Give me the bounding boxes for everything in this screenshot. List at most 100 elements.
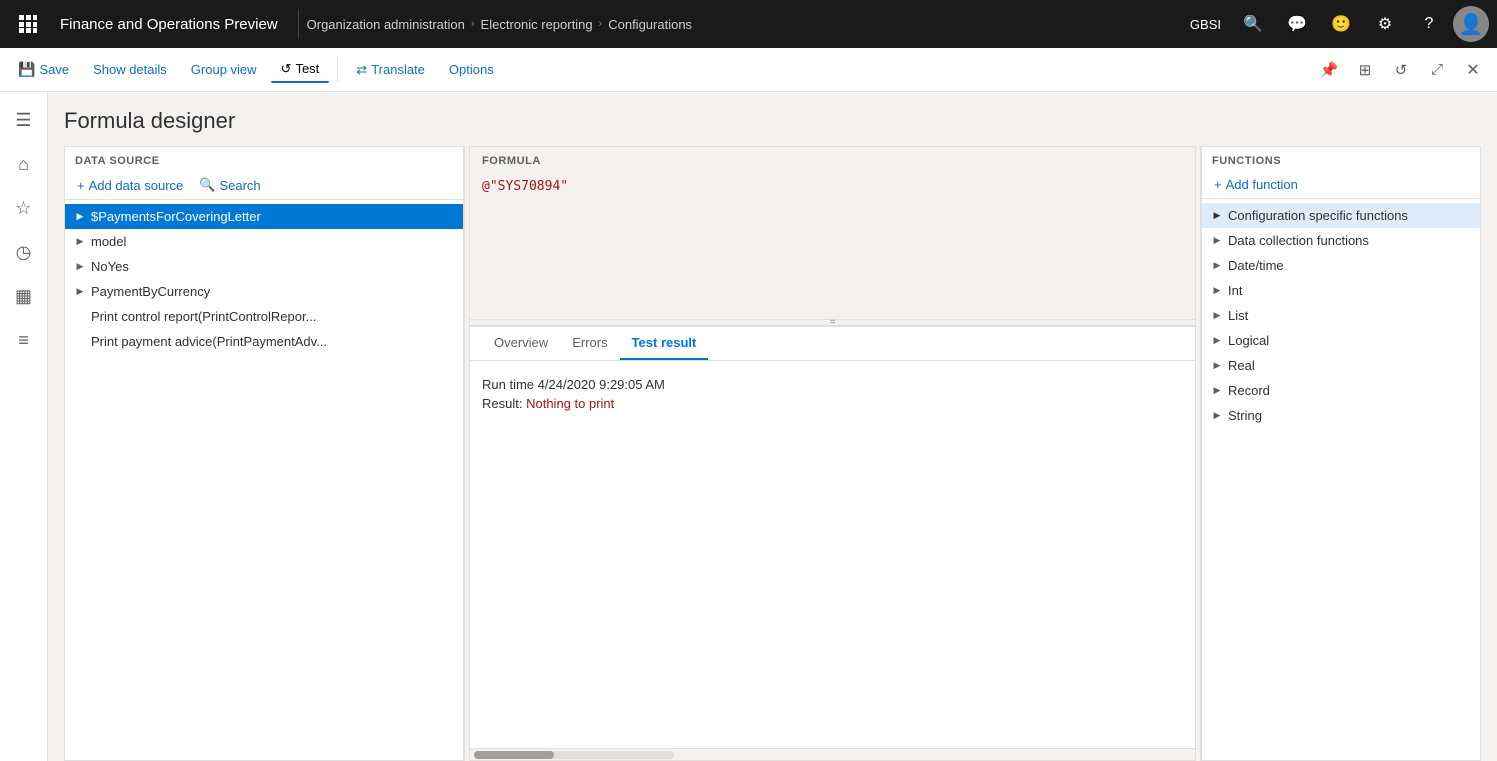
formula-label: FORMULA — [470, 147, 1195, 171]
add-data-source-button[interactable]: + Add data source — [73, 176, 187, 195]
chevron-model: ▶ — [73, 235, 87, 249]
page-title: Formula designer — [64, 108, 1481, 134]
func-item-int[interactable]: ▶ Int — [1202, 278, 1480, 303]
expand-icon[interactable]: ⤢ — [1421, 54, 1453, 86]
tree-item-print-payment[interactable]: Print payment advice(PrintPaymentAdv... — [65, 329, 463, 354]
chevron-data-collection: ▶ — [1210, 234, 1224, 248]
plus-icon: + — [77, 178, 85, 193]
payment-currency-label: PaymentByCurrency — [91, 284, 455, 299]
datetime-label: Date/time — [1228, 258, 1284, 273]
add-data-source-label: Add data source — [89, 178, 184, 193]
breadcrumb-er[interactable]: Electronic reporting — [481, 17, 593, 32]
scrollbar-thumb — [474, 751, 554, 759]
tree-item-noyes[interactable]: ▶ NoYes — [65, 254, 463, 279]
func-item-logical[interactable]: ▶ Logical — [1202, 328, 1480, 353]
result-value: Nothing to print — [526, 396, 614, 411]
help-icon[interactable]: ? — [1409, 4, 1449, 44]
string-label: String — [1228, 408, 1262, 423]
show-details-label: Show details — [93, 62, 167, 77]
tab-errors[interactable]: Errors — [560, 327, 619, 360]
pin-icon[interactable]: 📌 — [1313, 54, 1345, 86]
add-function-plus-icon: + — [1214, 177, 1222, 192]
chevron-record: ▶ — [1210, 384, 1224, 398]
breadcrumb-configs[interactable]: Configurations — [608, 17, 692, 32]
close-icon[interactable]: ✕ — [1457, 54, 1489, 86]
show-details-button[interactable]: Show details — [83, 58, 177, 81]
tree-item-payment-currency[interactable]: ▶ PaymentByCurrency — [65, 279, 463, 304]
results-content: Run time 4/24/2020 9:29:05 AM Result: No… — [470, 361, 1195, 748]
menu-icon[interactable]: ☰ — [4, 100, 44, 140]
data-source-tree: ▶ $PaymentsForCoveringLetter ▶ model ▶ N… — [65, 200, 463, 760]
chevron-string: ▶ — [1210, 409, 1224, 423]
home-icon[interactable]: ⌂ — [4, 144, 44, 184]
formula-value: @"SYS70894" — [482, 179, 568, 194]
face-icon[interactable]: 🙂 — [1321, 4, 1361, 44]
middle-panel: FORMULA @"SYS70894" = Overview — [470, 146, 1195, 761]
chevron-list: ▶ — [1210, 309, 1224, 323]
tab-test-result[interactable]: Test result — [620, 327, 709, 360]
chat-icon[interactable]: 💬 — [1277, 4, 1317, 44]
formula-editor[interactable]: @"SYS70894" — [470, 171, 1195, 319]
search-button[interactable]: 🔍 Search — [195, 175, 264, 195]
settings-icon[interactable]: ⚙ — [1365, 4, 1405, 44]
translate-label: Translate — [371, 62, 425, 77]
nav-grid-icon[interactable] — [8, 0, 48, 48]
chevron-payments: ▶ — [73, 210, 87, 224]
toolbar: 💾 Save Show details Group view ↺ Test ⇄ … — [0, 48, 1497, 92]
func-item-list[interactable]: ▶ List — [1202, 303, 1480, 328]
config-specific-label: Configuration specific functions — [1228, 208, 1408, 223]
favorites-icon[interactable]: ☆ — [4, 188, 44, 228]
result-line: Result: Nothing to print — [482, 396, 1183, 411]
add-function-label: Add function — [1226, 177, 1298, 192]
data-source-header: DATA SOURCE — [65, 147, 463, 171]
func-item-data-collection[interactable]: ▶ Data collection functions — [1202, 228, 1480, 253]
add-function-button[interactable]: + Add function — [1210, 175, 1302, 194]
test-button[interactable]: ↺ Test — [271, 57, 330, 83]
chevron-logical: ▶ — [1210, 334, 1224, 348]
options-button[interactable]: Options — [439, 58, 504, 81]
func-item-real[interactable]: ▶ Real — [1202, 353, 1480, 378]
breadcrumb-sep-2: › — [599, 18, 603, 30]
designer-area: Formula designer DATA SOURCE + Add data … — [48, 92, 1497, 761]
record-label: Record — [1228, 383, 1270, 398]
formula-section: FORMULA @"SYS70894" = — [470, 147, 1195, 327]
app-title: Finance and Operations Preview — [48, 16, 290, 33]
breadcrumb-org[interactable]: Organization administration — [307, 17, 465, 32]
func-item-datetime[interactable]: ▶ Date/time — [1202, 253, 1480, 278]
data-source-panel: DATA SOURCE + Add data source 🔍 Search ▶… — [64, 146, 464, 761]
func-item-record[interactable]: ▶ Record — [1202, 378, 1480, 403]
top-nav: Finance and Operations Preview Organizat… — [0, 0, 1497, 48]
tree-item-print-control[interactable]: Print control report(PrintControlRepor..… — [65, 304, 463, 329]
breadcrumb-sep-1: › — [471, 18, 475, 30]
translate-button[interactable]: ⇄ Translate — [346, 58, 435, 82]
three-panel: DATA SOURCE + Add data source 🔍 Search ▶… — [64, 146, 1481, 761]
real-label: Real — [1228, 358, 1255, 373]
data-source-toolbar: + Add data source 🔍 Search — [65, 171, 463, 200]
payments-label: $PaymentsForCoveringLetter — [91, 209, 455, 224]
modules-icon[interactable]: ≡ — [4, 320, 44, 360]
functions-toolbar: + Add function — [1202, 171, 1480, 199]
recent-icon[interactable]: ◷ — [4, 232, 44, 272]
chevron-int: ▶ — [1210, 284, 1224, 298]
formula-resize-handle[interactable]: = — [470, 319, 1195, 325]
user-avatar[interactable]: 👤 — [1453, 6, 1489, 42]
tab-overview[interactable]: Overview — [482, 327, 560, 360]
workspaces-icon[interactable]: ▦ — [4, 276, 44, 316]
functions-panel: FUNCTIONS + Add function ▶ Configuration… — [1201, 146, 1481, 761]
save-label: Save — [39, 62, 69, 77]
tree-item-model[interactable]: ▶ model — [65, 229, 463, 254]
tree-item-payments[interactable]: ▶ $PaymentsForCoveringLetter — [65, 204, 463, 229]
options-label: Options — [449, 62, 494, 77]
scrollbar-track — [474, 751, 674, 759]
search-icon: 🔍 — [199, 177, 215, 193]
refresh-icon[interactable]: ↺ — [1385, 54, 1417, 86]
bottom-scrollbar[interactable] — [470, 748, 1195, 760]
translate-icon: ⇄ — [356, 62, 367, 78]
group-view-button[interactable]: Group view — [181, 58, 267, 81]
columns-icon[interactable]: ⊞ — [1349, 54, 1381, 86]
func-item-config-specific[interactable]: ▶ Configuration specific functions — [1202, 203, 1480, 228]
save-button[interactable]: 💾 Save — [8, 57, 79, 82]
search-nav-icon[interactable]: 🔍 — [1233, 4, 1273, 44]
toolbar-right: 📌 ⊞ ↺ ⤢ ✕ — [1313, 54, 1489, 86]
func-item-string[interactable]: ▶ String — [1202, 403, 1480, 428]
